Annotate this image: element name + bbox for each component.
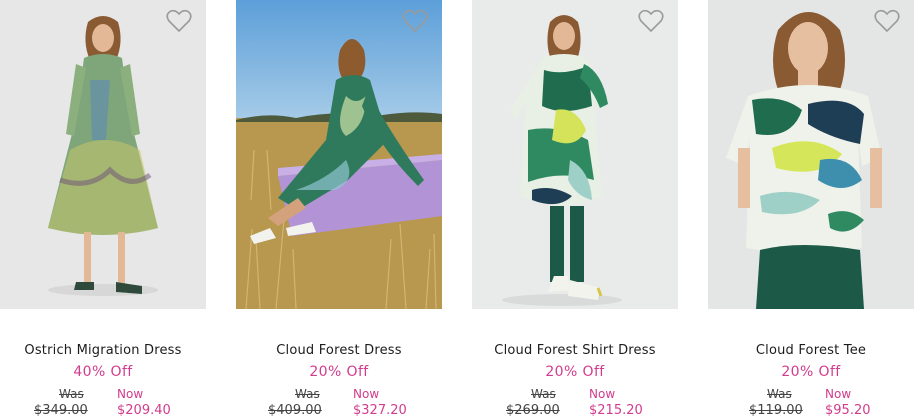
heart-outline-icon[interactable]: [166, 9, 192, 33]
was-label: Was: [531, 387, 556, 401]
was-label: Was: [767, 387, 792, 401]
heart-outline-icon[interactable]: [638, 9, 664, 33]
was-label: Was: [295, 387, 320, 401]
now-label: Now: [117, 387, 144, 401]
discount-badge: 20% Off: [309, 364, 369, 380]
was-price: $349.00: [34, 403, 88, 418]
discount-badge: 40% Off: [73, 364, 133, 380]
discount-badge: 20% Off: [781, 364, 841, 380]
product-card[interactable]: Ostrich Migration Dress 40% Off Was Now …: [0, 0, 206, 420]
product-title[interactable]: Cloud Forest Shirt Dress: [472, 343, 678, 358]
now-label: Now: [353, 387, 380, 401]
was-label: Was: [59, 387, 84, 401]
product-card[interactable]: Cloud Forest Shirt Dress 20% Off Was Now…: [472, 0, 678, 420]
now-label: Now: [589, 387, 616, 401]
now-price: $327.20: [353, 403, 407, 418]
was-price: $409.00: [268, 403, 322, 418]
was-price: $269.00: [506, 403, 560, 418]
now-label: Now: [825, 387, 852, 401]
product-title[interactable]: Cloud Forest Dress: [236, 343, 442, 358]
product-card[interactable]: Cloud Forest Dress 20% Off Was Now $409.…: [236, 0, 442, 420]
product-title[interactable]: Cloud Forest Tee: [708, 343, 914, 358]
product-title[interactable]: Ostrich Migration Dress: [0, 343, 206, 358]
product-image[interactable]: [708, 0, 914, 309]
now-price: $215.20: [589, 403, 643, 418]
product-image[interactable]: [0, 0, 206, 309]
now-price: $95.20: [825, 403, 871, 418]
product-card[interactable]: Cloud Forest Tee 20% Off Was Now $119.00…: [708, 0, 914, 420]
product-image[interactable]: [472, 0, 678, 309]
discount-badge: 20% Off: [545, 364, 605, 380]
was-price: $119.00: [749, 403, 803, 418]
heart-outline-icon[interactable]: [874, 9, 900, 33]
heart-outline-icon[interactable]: [402, 9, 428, 33]
product-grid: Ostrich Migration Dress 40% Off Was Now …: [0, 0, 914, 420]
product-image[interactable]: [236, 0, 442, 309]
now-price: $209.40: [117, 403, 171, 418]
